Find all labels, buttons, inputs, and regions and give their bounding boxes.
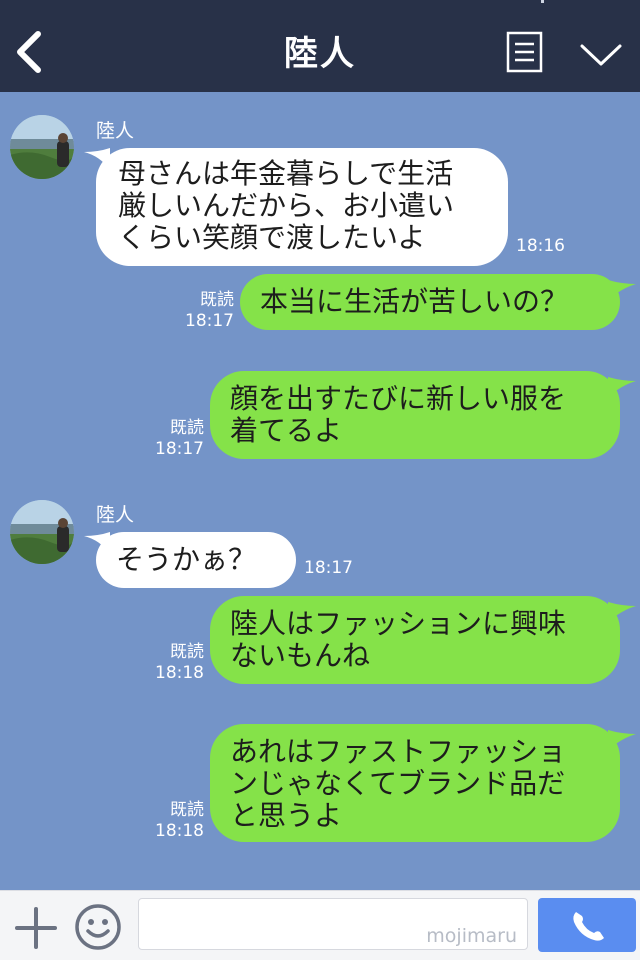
sender-name: 陸人 <box>96 120 135 142</box>
avatar[interactable] <box>10 500 74 564</box>
status-bar-mark <box>541 0 544 3</box>
smiley-icon <box>75 904 121 950</box>
emoji-button[interactable] <box>74 903 122 951</box>
bubble-tail <box>608 377 636 397</box>
message-text: 陸人はファッションに興味 ないもんね <box>230 607 567 672</box>
outgoing-message-bubble[interactable]: 顔を出すたびに新しい服を 着てるよ <box>210 371 620 459</box>
outgoing-message-bubble[interactable]: 陸人はファッションに興味 ないもんね <box>210 596 620 684</box>
read-receipt: 既読 <box>200 290 234 310</box>
notes-button[interactable] <box>506 31 544 73</box>
bubble-tail <box>608 730 636 750</box>
message-text: あれはファストファッショ ンじゃなくてブランド品だ と思うよ <box>230 735 567 832</box>
incoming-message-bubble[interactable]: 母さんは年金暮らしで生活 厳しいんだから、お小遣い くらい笑顔で渡したいよ <box>96 148 508 266</box>
phone-icon <box>573 912 604 941</box>
outgoing-message-bubble[interactable]: あれはファストファッショ ンじゃなくてブランド品だ と思うよ <box>210 724 620 842</box>
message-text: そうかぁ？ <box>116 543 257 576</box>
avatar-photo <box>10 500 74 564</box>
add-button[interactable] <box>14 906 58 950</box>
read-receipt: 既読 <box>170 418 204 438</box>
message-text: 顔を出すたびに新しい服を 着てるよ <box>230 382 567 447</box>
incoming-message-bubble[interactable]: そうかぁ？ <box>96 532 296 588</box>
message-meta: 既読 18:17 <box>184 290 234 332</box>
message-meta: 既読 18:18 <box>154 800 204 842</box>
outgoing-message-bubble[interactable]: 本当に生活が苦しいの？ <box>240 274 620 330</box>
read-receipt: 既読 <box>170 800 204 820</box>
notes-icon <box>506 31 543 73</box>
chat-title: 陸人 <box>284 34 356 74</box>
message-input[interactable]: mojimaru <box>138 898 528 950</box>
chat-header: 陸人 <box>0 0 640 92</box>
watermark: mojimaru <box>426 925 517 947</box>
message-text: 母さんは年金暮らしで生活 厳しいんだから、お小遣い くらい笑顔で渡したいよ <box>118 157 455 254</box>
sender-name: 陸人 <box>96 504 135 526</box>
message-meta: 既読 18:17 <box>154 418 204 460</box>
message-time: 18:17 <box>304 558 353 578</box>
plus-icon <box>15 907 57 949</box>
bubble-tail <box>608 602 636 622</box>
menu-toggle-button[interactable] <box>578 40 624 70</box>
avatar[interactable] <box>10 115 74 179</box>
message-time: 18:18 <box>155 821 204 841</box>
read-receipt: 既読 <box>170 642 204 662</box>
message-time: 18:16 <box>516 236 565 256</box>
chevron-down-icon <box>580 44 622 66</box>
message-time: 18:17 <box>155 439 204 459</box>
message-time: 18:18 <box>155 663 204 683</box>
bubble-tail <box>608 280 636 300</box>
avatar-photo <box>10 115 74 179</box>
message-text: 本当に生活が苦しいの？ <box>260 285 569 318</box>
call-button[interactable] <box>538 898 636 952</box>
message-time: 18:17 <box>185 311 234 331</box>
input-bar: mojimaru <box>0 890 640 960</box>
message-meta: 既読 18:18 <box>154 642 204 684</box>
